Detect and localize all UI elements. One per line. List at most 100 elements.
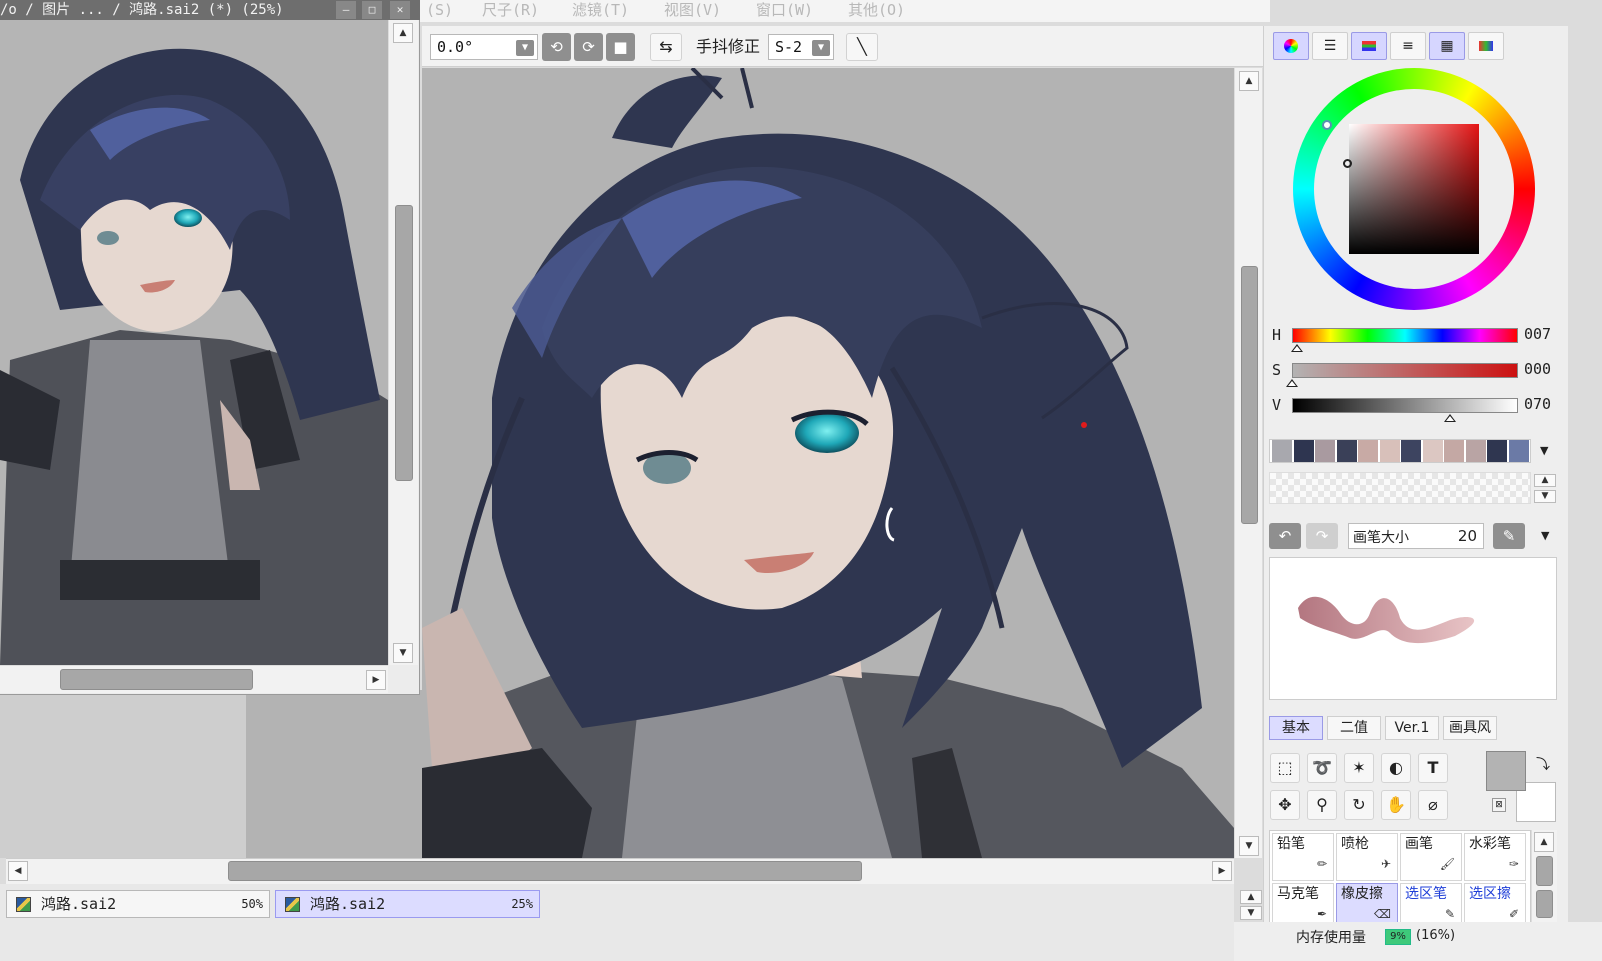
flip-horizontal-button[interactable]: ⇆	[650, 33, 682, 61]
color-swatch[interactable]	[1508, 440, 1529, 462]
main-canvas-horizontal-scrollbar[interactable]: ◀ ▶	[6, 858, 1234, 884]
menu-item-view[interactable]: 视图(V)	[664, 0, 721, 22]
foreground-color-box[interactable]	[1486, 751, 1526, 791]
rotate-cw-button[interactable]: ⟳	[574, 33, 603, 61]
vertical-scroll-thumb[interactable]	[1241, 266, 1258, 524]
zoom-tool[interactable]: ⚲	[1307, 790, 1337, 820]
scroll-left-icon[interactable]: ◀	[8, 861, 28, 881]
saturation-value-square[interactable]	[1349, 124, 1479, 254]
undo-button[interactable]: ↶	[1269, 523, 1301, 549]
stabilizer-select[interactable]: S-2 ▼	[768, 34, 834, 60]
subwindow-horizontal-scrollbar[interactable]: ▶	[0, 665, 388, 693]
color-swatch[interactable]	[1422, 440, 1443, 462]
magic-wand-tool[interactable]: ✶	[1344, 753, 1374, 783]
hue-slider[interactable]	[1292, 328, 1518, 343]
color-swatch[interactable]	[1465, 440, 1486, 462]
scroll-up-icon[interactable]: ▲	[1534, 832, 1554, 852]
rotate-ccw-button[interactable]: ⟲	[542, 33, 571, 61]
tab-painterly[interactable]: 画具风	[1443, 716, 1497, 740]
brush-list-thumb[interactable]	[1536, 856, 1553, 886]
subwindow-vertical-thumb[interactable]	[395, 205, 413, 481]
rgb-slider-tab[interactable]: ☰	[1312, 32, 1348, 60]
hsv-slider-tab[interactable]	[1351, 32, 1387, 60]
brush-item[interactable]: 水彩笔 ✑	[1464, 833, 1526, 881]
scroll-down-icon[interactable]: ▼	[1239, 836, 1259, 856]
tab-ver1[interactable]: Ver.1	[1385, 716, 1439, 740]
shape-tool[interactable]: ◐	[1381, 753, 1411, 783]
maximize-icon[interactable]: □	[362, 1, 382, 19]
text-tool[interactable]: T	[1418, 753, 1448, 783]
lasso-tool[interactable]: ➰	[1307, 753, 1337, 783]
scratch-swatch-area[interactable]	[1269, 472, 1531, 504]
saturation-slider-marker[interactable]	[1286, 379, 1298, 387]
menu-item-select[interactable]: (S)	[426, 0, 453, 22]
swap-colors-icon[interactable]: ⤵	[1536, 754, 1550, 774]
scroll-up-icon[interactable]: ▲	[393, 23, 413, 43]
value-slider[interactable]	[1292, 398, 1518, 413]
scroll-down-icon[interactable]: ▼	[393, 643, 413, 663]
saturation-value[interactable]: 000	[1524, 360, 1551, 378]
chevron-down-icon[interactable]: ▼	[516, 40, 534, 56]
brush-item[interactable]: 画笔 🖌	[1400, 833, 1462, 881]
scroll-right-icon[interactable]: ▶	[366, 670, 386, 690]
menu-item-window[interactable]: 窗口(W)	[756, 0, 813, 22]
horizontal-scroll-thumb[interactable]	[228, 861, 862, 881]
value-slider-marker[interactable]	[1444, 414, 1457, 422]
rect-select-tool[interactable]: ⬚	[1270, 753, 1300, 783]
minimize-icon[interactable]: –	[336, 1, 356, 19]
value-value[interactable]: 070	[1524, 395, 1551, 413]
close-icon[interactable]: ✕	[390, 1, 410, 19]
brush-list-thumb-lower[interactable]	[1536, 890, 1553, 918]
rotate-tool[interactable]: ↻	[1344, 790, 1374, 820]
chevron-down-icon[interactable]: ▼	[1540, 444, 1548, 457]
color-swatch[interactable]	[1401, 440, 1421, 462]
menu-item-filter[interactable]: 滤镜(T)	[572, 0, 629, 22]
color-swatch[interactable]	[1379, 440, 1400, 462]
transparent-color-icon[interactable]: ⊠	[1492, 798, 1506, 812]
scroll-up-icon[interactable]: ▲	[1534, 474, 1556, 487]
scroll-up-icon[interactable]: ▲	[1239, 71, 1259, 91]
line-tool-button[interactable]: ╲	[846, 33, 878, 61]
file-tab-1[interactable]: 鸿路.sai2 50%	[6, 890, 270, 918]
scratchpad-tab[interactable]	[1468, 32, 1504, 60]
chevron-down-icon[interactable]: ▼	[1541, 529, 1549, 542]
color-wheel-tab[interactable]	[1273, 32, 1309, 60]
main-canvas-vertical-scrollbar[interactable]: ▲ ▼	[1234, 68, 1262, 858]
eyedropper-tool[interactable]: ⌀	[1418, 790, 1448, 820]
tab-binary[interactable]: 二值	[1327, 716, 1381, 740]
scroll-down-icon[interactable]: ▼	[1240, 906, 1262, 920]
hue-slider-marker[interactable]	[1290, 344, 1303, 352]
hue-cursor[interactable]	[1322, 120, 1332, 130]
eraser-mode-button[interactable]: ✎	[1493, 523, 1525, 549]
menu-item-other[interactable]: 其他(O)	[848, 0, 905, 22]
color-swatch[interactable]	[1444, 440, 1464, 462]
rotation-angle-field[interactable]: 0.0° ▼	[430, 34, 538, 60]
redo-button[interactable]: ↷	[1306, 523, 1338, 549]
subwindow-vertical-scrollbar[interactable]: ▲ ▼	[388, 20, 418, 665]
color-swatch[interactable]	[1272, 440, 1292, 462]
chevron-down-icon[interactable]: ▼	[812, 40, 830, 56]
intermediate-color-tab[interactable]: ≡	[1390, 32, 1426, 60]
color-swatch[interactable]	[1487, 440, 1507, 462]
color-swatch[interactable]	[1336, 440, 1357, 462]
reset-rotation-button[interactable]: ■	[606, 33, 635, 61]
subwindow-titlebar[interactable]: /o / 图片 ... / 鸿路.sai2 (*) (25%) – □ ✕	[0, 0, 420, 20]
hue-value[interactable]: 007	[1524, 325, 1551, 343]
hand-tool[interactable]: ✋	[1381, 790, 1411, 820]
swatch-tab[interactable]: ▦	[1429, 32, 1465, 60]
subwindow-horizontal-thumb[interactable]	[60, 669, 253, 690]
file-tab-2[interactable]: 鸿路.sai2 25%	[275, 890, 540, 918]
saturation-slider[interactable]	[1292, 363, 1518, 378]
brush-item[interactable]: 喷枪 ✈	[1336, 833, 1398, 881]
scroll-up-icon[interactable]: ▲	[1240, 890, 1262, 904]
brush-size-field[interactable]: 画笔大小 20	[1348, 523, 1484, 549]
subwindow-canvas[interactable]	[0, 20, 388, 665]
sv-cursor[interactable]	[1343, 159, 1352, 168]
brush-item[interactable]: 铅笔 ✏	[1272, 833, 1334, 881]
move-tool[interactable]: ✥	[1270, 790, 1300, 820]
main-canvas[interactable]	[422, 68, 1234, 858]
scroll-right-icon[interactable]: ▶	[1212, 861, 1232, 881]
color-swatch[interactable]	[1315, 440, 1335, 462]
menu-item-ruler[interactable]: 尺子(R)	[482, 0, 539, 22]
color-swatch[interactable]	[1293, 440, 1314, 462]
